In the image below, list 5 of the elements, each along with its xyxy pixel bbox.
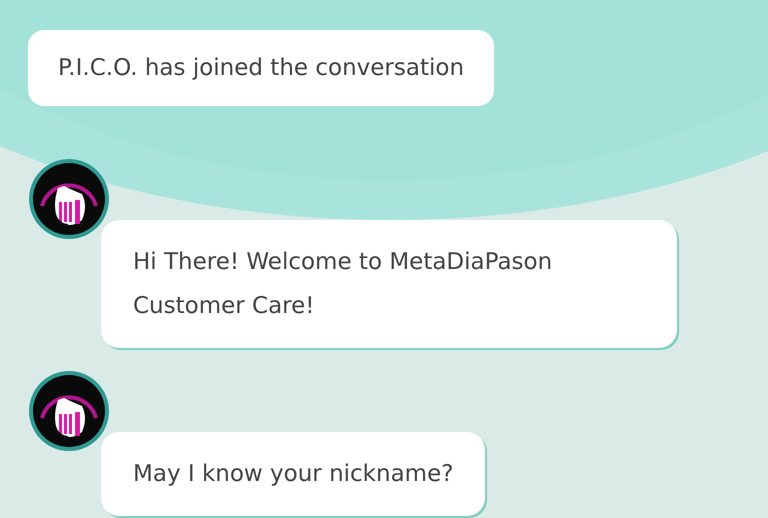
avatar-icon xyxy=(28,158,110,240)
message-bubble: May I know your nickname? xyxy=(101,432,486,516)
avatar-icon xyxy=(28,370,110,452)
system-message: P.I.C.O. has joined the conversation xyxy=(28,30,494,106)
message-bubble: Hi There! Welcome to MetaDiaPason Customer Care! xyxy=(101,220,677,348)
